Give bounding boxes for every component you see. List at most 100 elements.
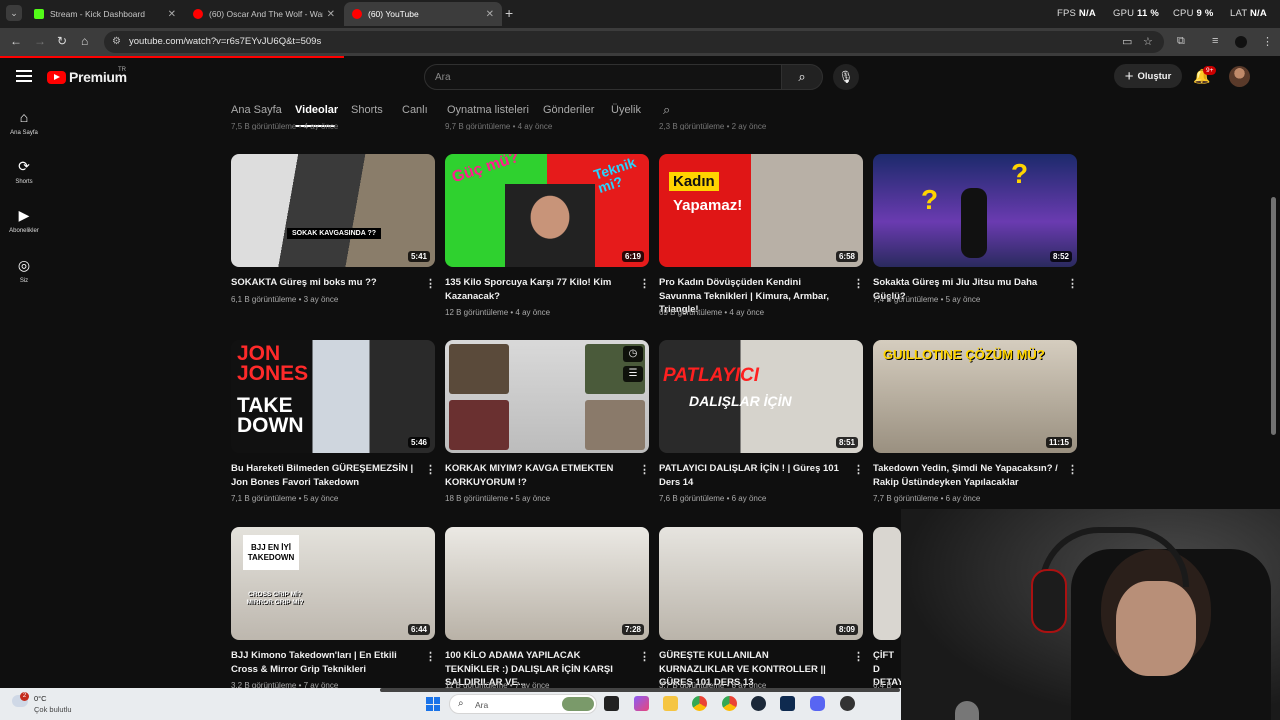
video-thumbnail[interactable]: GUILLOTINE ÇÖZÜM MÜ? 11:15 <box>873 340 1077 453</box>
header-mask <box>48 130 1280 150</box>
video-title[interactable]: KORKAK MIYIM? KAVGA ETMEKTEN KORKUYORUM … <box>445 462 631 489</box>
video-title[interactable]: 135 Kilo Sporcuya Karşı 77 Kilo! Kim Kaz… <box>445 276 631 303</box>
obs-icon[interactable] <box>840 696 855 711</box>
video-card[interactable]: PATLAYICI DALIŞLAR İÇİN 8:51 PATLAYICI D… <box>659 340 864 503</box>
copilot-icon[interactable] <box>634 696 649 711</box>
more-actions-icon[interactable]: ⋮ <box>425 277 436 290</box>
account-avatar[interactable] <box>1229 66 1250 87</box>
more-actions-icon[interactable]: ⋮ <box>639 463 650 476</box>
video-card[interactable]: Kadın Yapamaz! 6:58 Pro Kadın Dövüşçüden… <box>659 154 864 317</box>
more-actions-icon[interactable]: ⋮ <box>853 277 864 290</box>
video-thumbnail[interactable]: PATLAYICI DALIŞLAR İÇİN 8:51 <box>659 340 863 453</box>
more-actions-icon[interactable]: ⋮ <box>1067 277 1078 290</box>
more-actions-icon[interactable]: ⋮ <box>425 463 436 476</box>
more-actions-icon[interactable]: ⋮ <box>1067 463 1078 476</box>
guide-item-you[interactable]: ◎ Siz <box>0 257 48 284</box>
browser-menu-icon[interactable]: ⋮ <box>1262 35 1273 48</box>
media-control-icon[interactable]: ≡ <box>1212 35 1218 47</box>
browser-tab-kick[interactable]: Stream - Kick Dashboard ✕ <box>26 2 184 26</box>
tab-posts[interactable]: Gönderiler <box>543 104 594 116</box>
video-card[interactable]: ◷ ☰ KORKAK MIYIM? KAVGA ETMEKTEN KORKUYO… <box>445 340 650 503</box>
horizontal-scrollbar[interactable] <box>380 688 900 692</box>
tab-search-icon[interactable]: ⌄ <box>6 5 22 21</box>
more-actions-icon[interactable]: ⋮ <box>853 650 864 663</box>
video-title[interactable]: SOKAKTA Güreş mi boks mu ?? <box>231 276 417 290</box>
new-tab-button[interactable]: + <box>505 5 513 21</box>
chrome-icon[interactable] <box>692 696 707 711</box>
chrome-icon[interactable] <box>722 696 737 711</box>
video-title[interactable]: BJJ Kimono Takedown'ları | En Etkili Cro… <box>231 649 417 676</box>
tab-shorts[interactable]: Shorts <box>351 104 383 116</box>
browser-tab-youtube[interactable]: (60) YouTube ✕ <box>344 2 502 26</box>
vscode-icon[interactable] <box>780 696 795 711</box>
video-thumbnail[interactable] <box>873 527 901 640</box>
guide-item-shorts[interactable]: ⟳ Shorts <box>0 158 48 185</box>
file-explorer-icon[interactable] <box>663 696 678 711</box>
tab-membership[interactable]: Üyelik <box>611 104 641 116</box>
video-thumbnail[interactable]: SOKAK KAVGASINDA ?? 5:41 <box>231 154 435 267</box>
tab-playlists[interactable]: Oynatma listeleri <box>447 104 529 116</box>
thumbnail-caption: JON JONES <box>237 342 309 385</box>
tab-live[interactable]: Canlı <box>402 104 428 116</box>
reload-icon[interactable]: ↻ <box>57 34 67 48</box>
video-title[interactable]: Bu Hareketi Bilmeden GÜREŞEMEZSİN | Jon … <box>231 462 417 489</box>
close-tab-icon[interactable]: ✕ <box>327 9 335 20</box>
more-actions-icon[interactable]: ⋮ <box>425 650 436 663</box>
video-card[interactable]: JON JONES TAKE DOWN 5:46 Bu Hareketi Bil… <box>231 340 436 503</box>
video-card[interactable]: BJJ EN İYİ TAKEDOWN CROSS GRIP Mİ? MIRRO… <box>231 527 436 690</box>
video-card[interactable]: 7:28 100 KİLO ADAMA YAPILACAK TEKNİKLER … <box>445 527 650 690</box>
page-scrollbar[interactable] <box>1271 197 1276 435</box>
video-thumbnail[interactable]: 8:09 <box>659 527 863 640</box>
extensions-icon[interactable]: ⧉ <box>1177 35 1185 48</box>
channel-search-icon[interactable]: ⌕ <box>663 102 670 118</box>
guide-menu-icon[interactable] <box>16 70 32 85</box>
video-card[interactable]: 8:09 GÜREŞTE KULLANILAN KURNAZLIKLAR VE … <box>659 527 864 690</box>
bookmark-star-icon[interactable]: ☆ <box>1143 35 1153 48</box>
video-thumbnail[interactable]: Güç mü? Teknik mi? 6:19 <box>445 154 649 267</box>
forward-icon[interactable]: → <box>34 34 46 48</box>
search-button[interactable]: ⌕ <box>781 64 823 90</box>
video-thumbnail[interactable]: Kadın Yapamaz! 6:58 <box>659 154 863 267</box>
close-tab-icon[interactable]: ✕ <box>486 9 494 20</box>
kick-favicon-icon <box>34 9 44 19</box>
video-thumbnail[interactable]: BJJ EN İYİ TAKEDOWN CROSS GRIP Mİ? MIRRO… <box>231 527 435 640</box>
browser-tab-oscar[interactable]: (60) Oscar And The Wolf - Warr ✕ <box>185 2 343 26</box>
video-card[interactable]: GUILLOTINE ÇÖZÜM MÜ? 11:15 Takedown Yedi… <box>873 340 1078 503</box>
task-view-icon[interactable] <box>604 696 619 711</box>
video-card[interactable]: Güç mü? Teknik mi? 6:19 135 Kilo Sporcuy… <box>445 154 650 317</box>
profile-avatar[interactable] <box>1235 36 1247 48</box>
close-tab-icon[interactable]: ✕ <box>168 9 176 20</box>
video-thumbnail[interactable]: JON JONES TAKE DOWN 5:46 <box>231 340 435 453</box>
cast-icon[interactable]: ▭ <box>1122 35 1132 48</box>
video-card[interactable]: SOKAK KAVGASINDA ?? 5:41 SOKAKTA Güreş m… <box>231 154 436 304</box>
video-duration: 5:46 <box>407 437 430 448</box>
guide-item-subscriptions[interactable]: ▶ Abonelikler <box>0 207 48 234</box>
watch-later-icon[interactable]: ◷ <box>623 346 643 362</box>
create-button[interactable]: + Oluştur <box>1114 64 1182 88</box>
video-card[interactable]: ? ? 8:52 Sokakta Güreş mi Jiu Jitsu mu D… <box>873 154 1078 304</box>
more-actions-icon[interactable]: ⋮ <box>639 650 650 663</box>
guide-item-home[interactable]: ⌂ Ana Sayfa <box>0 109 48 136</box>
url-text[interactable]: youtube.com/watch?v=r6s7EYvJU6Q&t=509s <box>129 36 321 47</box>
video-title[interactable]: Takedown Yedin, Şimdi Ne Yapacaksın? / R… <box>873 462 1059 489</box>
video-thumbnail[interactable]: 7:28 <box>445 527 649 640</box>
search-input[interactable] <box>425 65 781 90</box>
more-actions-icon[interactable]: ⋮ <box>639 277 650 290</box>
tab-home[interactable]: Ana Sayfa <box>231 104 282 116</box>
video-thumbnail[interactable]: ◷ ☰ <box>445 340 649 453</box>
video-title[interactable]: PATLAYICI DALIŞLAR İÇİN ! | Güreş 101 De… <box>659 462 845 489</box>
voice-search-button[interactable]: 🎙 <box>833 64 859 90</box>
add-to-queue-icon[interactable]: ☰ <box>623 366 643 382</box>
address-bar[interactable]: ⚙ youtube.com/watch?v=r6s7EYvJU6Q&t=509s <box>104 31 1164 53</box>
back-icon[interactable]: ← <box>10 34 22 48</box>
steam-icon[interactable] <box>751 696 766 711</box>
tab-videos[interactable]: Videolar <box>295 104 338 116</box>
windows-start-icon[interactable] <box>426 697 440 711</box>
discord-icon[interactable] <box>810 696 825 711</box>
site-info-icon[interactable]: ⚙ <box>112 36 121 47</box>
home-icon[interactable]: ⌂ <box>81 34 88 48</box>
video-thumbnail[interactable]: ? ? 8:52 <box>873 154 1077 267</box>
taskbar-search[interactable]: ⌕ Ara <box>449 694 597 714</box>
more-actions-icon[interactable]: ⋮ <box>853 463 864 476</box>
youtube-premium-logo[interactable]: Premium TR <box>47 67 127 85</box>
